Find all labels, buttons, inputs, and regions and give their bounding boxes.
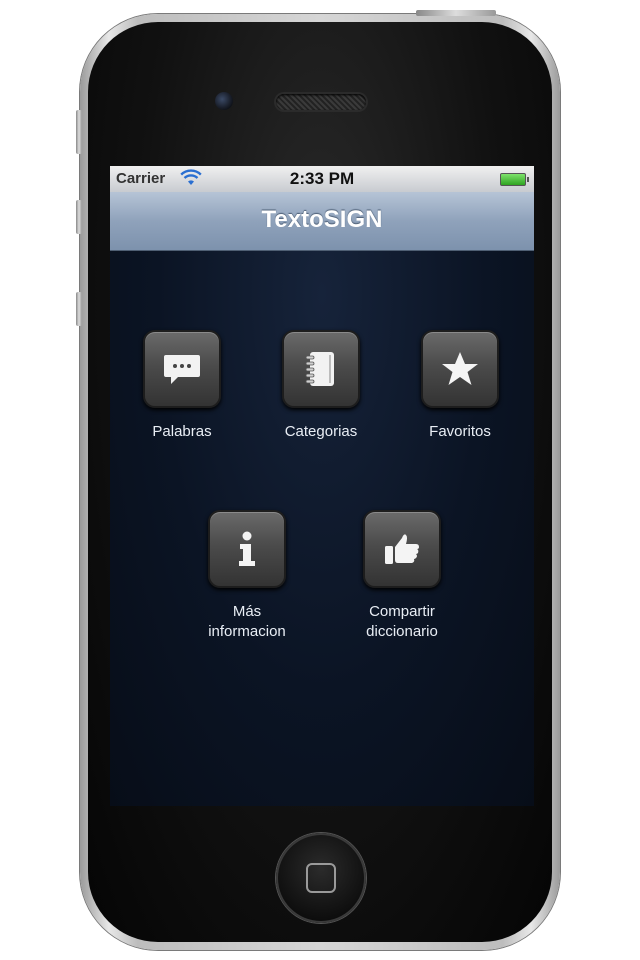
menu-item-label: Palabras [152,423,212,440]
star-icon [442,352,478,385]
menu-item-label: Más informacion [208,603,286,640]
menu-item-favoritos[interactable]: Favoritos [395,330,525,442]
battery-icon [500,173,529,186]
volume-down-button [76,292,82,326]
earpiece-speaker [276,94,366,110]
info-icon [239,531,255,566]
menu-tile-button[interactable] [363,510,441,588]
status-time: 2:33 PM [289,169,355,188]
thumbs-up-icon [385,534,419,564]
front-camera [215,92,233,110]
menu-item-label: Favoritos [429,423,491,440]
menu-tile-button[interactable] [282,330,360,408]
navigation-bar: TextoSIGN [110,192,534,251]
status-bar: Carrier 2:33 PM [110,166,534,192]
menu-item-label: Compartir diccionario [366,603,438,640]
menu-item-compartir-diccionario[interactable]: Compartir diccionario [337,510,467,642]
app-title: TextoSIGN [261,206,383,233]
home-button[interactable] [276,833,366,923]
menu-tile-button[interactable] [143,330,221,408]
speech-bubble-icon [164,355,200,384]
menu-item-categorias[interactable]: Categorias [256,330,386,442]
menu-tile-button[interactable] [208,510,286,588]
menu-item-palabras[interactable]: Palabras [117,330,247,442]
menu-tile-button[interactable] [421,330,499,408]
menu-item-mas-informacion[interactable]: Más informacion [182,510,312,642]
menu-item-label: Categorias [284,423,358,440]
notebook-icon [305,352,334,386]
volume-up-button [76,200,82,234]
power-button [416,10,496,16]
app-screen: Carrier 2:33 PM TextoSIGN Palabras Categ… [110,166,534,806]
home-square-icon [306,863,336,893]
silent-switch [76,110,82,154]
